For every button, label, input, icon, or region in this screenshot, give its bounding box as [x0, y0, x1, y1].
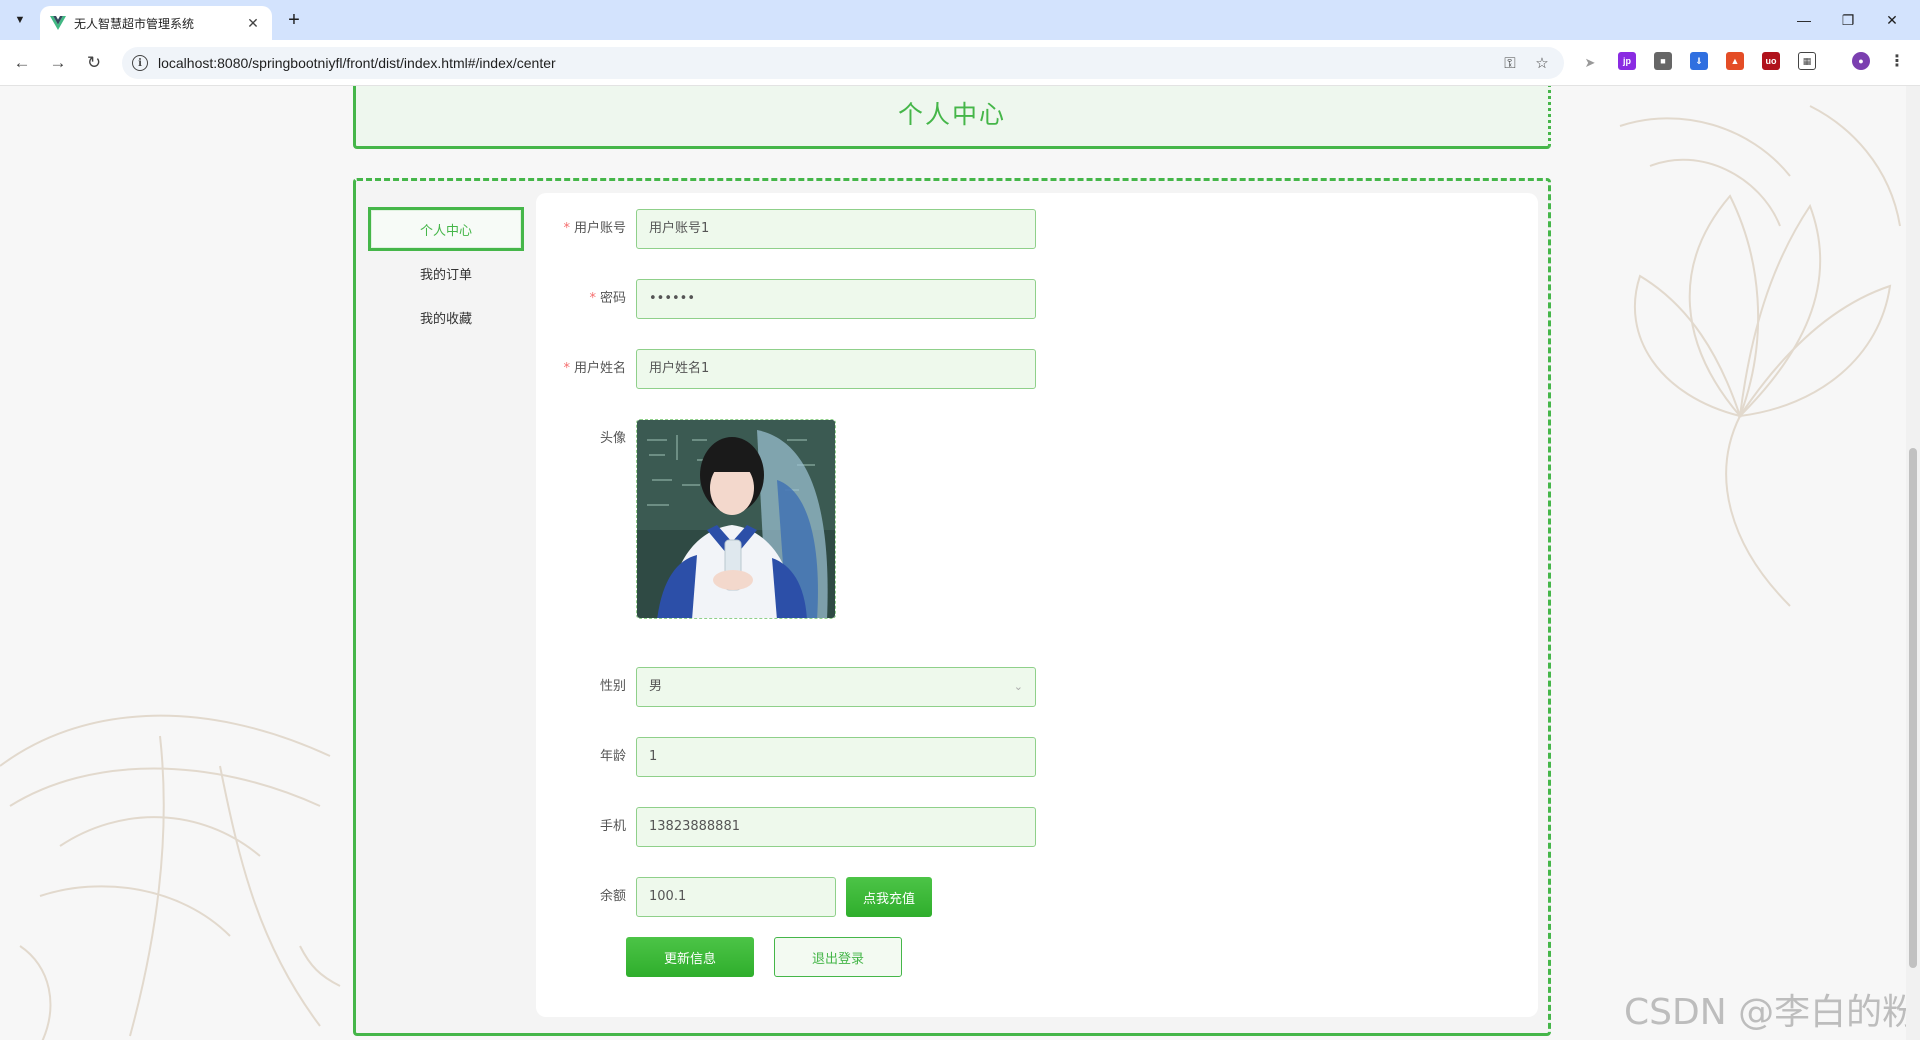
age-label: 年龄: [599, 749, 626, 764]
url-text[interactable]: localhost:8080/springbootniyfl/front/dis…: [158, 55, 556, 71]
phone-label: 手机: [599, 819, 626, 834]
side-menu: 个人中心 我的订单 我的收藏: [368, 207, 524, 339]
extension-orange-icon[interactable]: ▲: [1726, 52, 1744, 70]
extension-blue-icon[interactable]: ⇓: [1690, 52, 1708, 70]
name-input[interactable]: 用户姓名1: [636, 349, 1036, 389]
required-mark: *: [589, 291, 596, 306]
password-input[interactable]: ••••••: [636, 279, 1036, 319]
new-tab-icon[interactable]: +: [282, 8, 306, 32]
account-label: * 用户账号: [563, 221, 626, 236]
avatar-photo: [637, 420, 835, 618]
page-content: 个人中心 个人中心 我的订单 我的收藏 * 用户账号 用户账号1 * 密码 ••••…: [0, 86, 1920, 1040]
ublock-icon[interactable]: uo: [1762, 52, 1780, 70]
cursor-extension-icon[interactable]: ➤: [1576, 49, 1604, 77]
name-row: * 用户姓名 用户姓名1: [536, 349, 1056, 389]
gender-select[interactable]: 男 ⌄: [636, 667, 1036, 707]
profile-avatar-icon[interactable]: ●: [1852, 52, 1870, 70]
account-row: * 用户账号 用户账号1: [536, 209, 1056, 249]
page-scrollbar[interactable]: [1906, 86, 1920, 1040]
menu-item-personal-center[interactable]: 个人中心: [368, 207, 524, 251]
scrollbar-thumb[interactable]: [1909, 448, 1917, 968]
age-input[interactable]: 1: [636, 737, 1036, 777]
bookmark-star-icon[interactable]: ☆: [1532, 53, 1552, 73]
back-icon[interactable]: ←: [8, 49, 36, 77]
password-key-icon[interactable]: ⚿: [1500, 53, 1520, 73]
balance-row: 余额 100.1 点我充值: [536, 877, 1056, 917]
lotus-decoration-left-icon: [0, 714, 341, 1040]
page-title: 个人中心: [897, 100, 1006, 129]
profile-form: *用户账号 用户账号1 *密码 •••••• *用户姓名 用户姓名1 头像: [536, 193, 1538, 1017]
name-label: * 用户姓名: [563, 361, 626, 376]
tab-title: 无人智慧超市管理系统: [74, 16, 195, 31]
extension-purple-icon[interactable]: jp: [1618, 52, 1636, 70]
gender-row: 性别 男 ⌄: [536, 667, 1056, 707]
page-title-card: 个人中心: [353, 86, 1551, 149]
minimize-icon[interactable]: —: [1782, 0, 1826, 40]
required-mark: *: [563, 361, 570, 376]
chevron-down-icon: ⌄: [1013, 680, 1023, 693]
required-mark: *: [563, 221, 570, 236]
close-window-icon[interactable]: ✕: [1870, 0, 1914, 40]
update-info-button[interactable]: 更新信息: [626, 937, 754, 977]
restore-icon[interactable]: ❐: [1826, 0, 1870, 40]
extension-gray-icon[interactable]: ■: [1654, 52, 1672, 70]
phone-input[interactable]: 13823888881: [636, 807, 1036, 847]
center-card: 个人中心 我的订单 我的收藏 * 用户账号 用户账号1 * 密码 •••••• * 用…: [353, 178, 1551, 1036]
menu-item-my-orders[interactable]: 我的订单: [368, 251, 524, 295]
browser-tab[interactable]: 无人智慧超市管理系统 ✕: [40, 6, 272, 40]
logout-button[interactable]: 退出登录: [774, 937, 902, 977]
balance-label: 余额: [599, 889, 626, 904]
lotus-decoration-right-icon: [1619, 105, 1901, 607]
forward-icon[interactable]: →: [44, 49, 72, 77]
avatar-label: 头像: [599, 431, 626, 446]
reload-icon[interactable]: ↻: [80, 49, 108, 77]
menu-item-my-favorites[interactable]: 我的收藏: [368, 295, 524, 339]
account-input[interactable]: 用户账号1: [636, 209, 1036, 249]
extensions-puzzle-icon[interactable]: ▦: [1798, 52, 1816, 70]
vue-logo-icon: [50, 16, 66, 30]
recharge-button[interactable]: 点我充值: [846, 877, 932, 917]
balance-input[interactable]: 100.1: [636, 877, 836, 917]
gender-selected-value: 男: [649, 679, 663, 694]
phone-row: 手机 13823888881: [536, 807, 1056, 847]
avatar-upload[interactable]: [636, 419, 836, 619]
address-bar[interactable]: i localhost:8080/springbootniyfl/front/d…: [122, 47, 1564, 79]
gender-label: 性别: [599, 679, 626, 694]
browser-menu-icon[interactable]: ⋮: [1888, 52, 1906, 70]
site-info-icon[interactable]: i: [132, 55, 148, 71]
password-label: * 密码: [589, 291, 626, 306]
browser-tab-strip: ▼ 无人智慧超市管理系统 ✕ + — ❐ ✕: [0, 0, 1920, 40]
csdn-watermark: CSDN @李白的粉: [1624, 992, 1919, 1033]
age-row: 年龄 1: [536, 737, 1056, 777]
close-tab-icon[interactable]: ✕: [244, 15, 262, 32]
tab-search-icon[interactable]: ▼: [8, 8, 32, 32]
password-row: * 密码 ••••••: [536, 279, 1056, 319]
avatar-row: 头像: [536, 419, 1056, 619]
